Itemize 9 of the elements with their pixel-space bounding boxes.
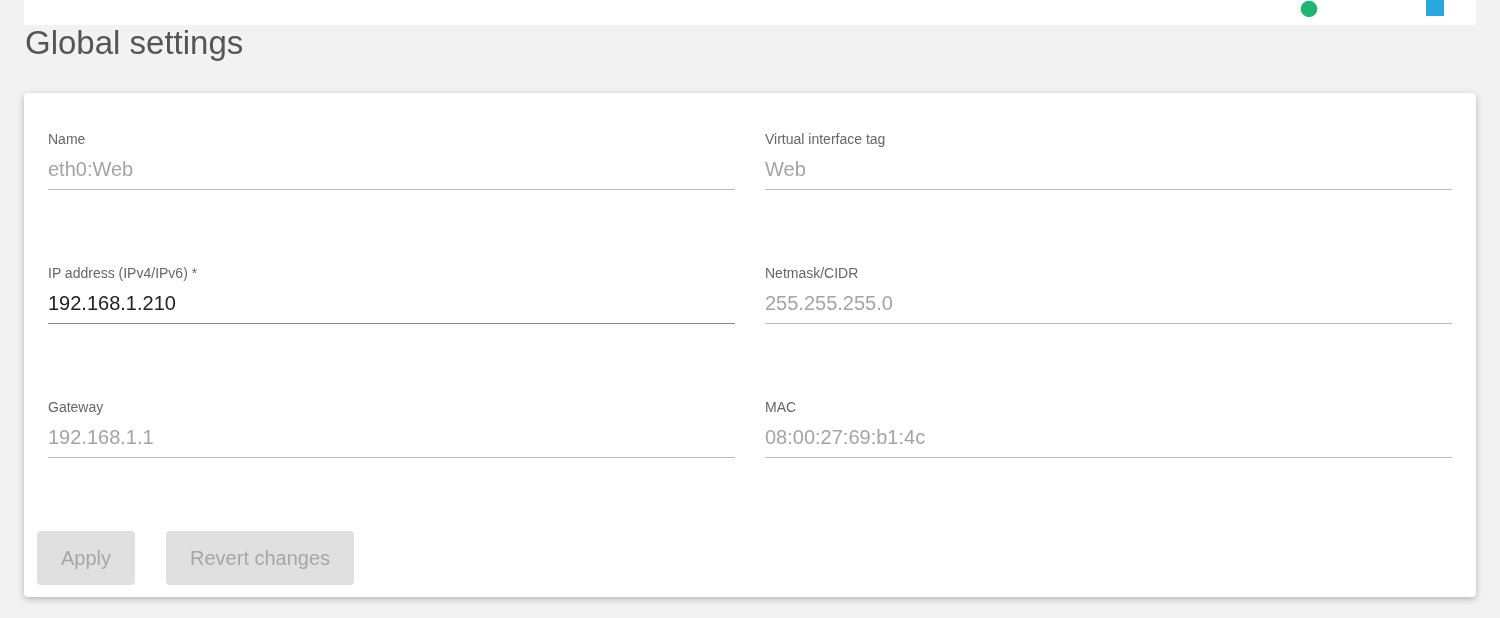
square-icon bbox=[1426, 0, 1444, 16]
field-label: Netmask/CIDR bbox=[765, 265, 860, 281]
field-label: Virtual interface tag bbox=[765, 131, 887, 147]
text-field[interactable]: 192.168.1.210 bbox=[48, 285, 735, 324]
page-title: Global settings bbox=[25, 26, 245, 60]
field-label: MAC bbox=[765, 399, 798, 415]
field-label: IP address (IPv4/IPv6) * bbox=[48, 265, 199, 281]
field-label: Name bbox=[48, 131, 87, 147]
field-label: Gateway bbox=[48, 399, 105, 415]
